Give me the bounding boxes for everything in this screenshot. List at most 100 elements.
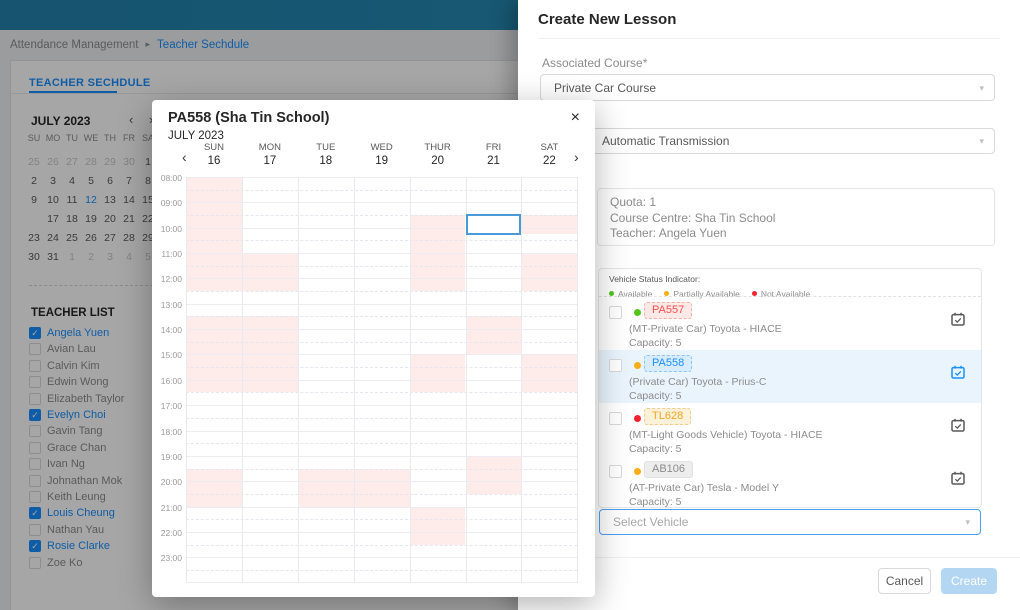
- vehicle-status-available-dot-icon: [634, 309, 641, 316]
- week-day-header[interactable]: MON 17: [242, 142, 298, 167]
- partial-availability-block: [186, 177, 242, 291]
- vehicle-capacity: Capacity: 5: [629, 496, 682, 508]
- calendar-check-icon[interactable]: [951, 312, 965, 326]
- week-day-name: MON: [242, 142, 298, 153]
- course-detail-line: Teacher: Angela Yuen: [610, 226, 982, 242]
- vehicle-row-ab106[interactable]: AB106(AT-Private Car) Tesla - Model YCap…: [599, 456, 981, 509]
- create-button[interactable]: Create: [941, 568, 997, 594]
- hour-gridline: [186, 329, 577, 330]
- vehicle-plate-chip[interactable]: PA558: [644, 355, 692, 372]
- vehicle-plate-chip[interactable]: TL628: [644, 408, 691, 425]
- time-label: 09:00: [152, 198, 182, 208]
- day-column-line: [298, 177, 299, 583]
- week-day-date: 20: [410, 155, 466, 167]
- hour-gridline: [186, 304, 577, 305]
- half-hour-gridline: [186, 190, 577, 191]
- vehicle-row-pa558[interactable]: PA558 (Private Car) Toyota - Prius-C Capac…: [599, 350, 981, 403]
- grid-bottom-line: [186, 582, 577, 583]
- calendar-check-icon[interactable]: [951, 365, 965, 379]
- week-day-date: 17: [242, 155, 298, 167]
- partial-availability-block: [521, 253, 577, 291]
- half-hour-gridline: [186, 545, 577, 546]
- associated-course-select[interactable]: Private Car Course ▾: [540, 74, 995, 101]
- hour-gridline: [186, 177, 577, 178]
- course-detail-line: Quota: 1: [610, 195, 982, 211]
- vehicle-status-unavailable-dot-icon: [634, 415, 641, 422]
- hour-gridline: [186, 253, 577, 254]
- day-column-line: [354, 177, 355, 583]
- partial-availability-block: [186, 469, 242, 507]
- close-icon[interactable]: ×: [571, 110, 580, 126]
- chevron-down-icon: ▾: [979, 129, 984, 154]
- week-day-header[interactable]: FRI21: [466, 142, 522, 167]
- calendar-check-icon[interactable]: [951, 471, 965, 485]
- half-hour-gridline: [186, 342, 577, 343]
- associated-course-value: Private Car Course: [554, 75, 656, 101]
- vehicle-capacity: Capacity: 5: [629, 390, 682, 402]
- vehicle-row-tl628[interactable]: TL628(MT-Light Goods Vehicle) Toyota - H…: [599, 403, 981, 456]
- partial-availability-block: [466, 456, 522, 494]
- selected-time-slot[interactable]: [466, 214, 522, 235]
- associated-course-label: Associated Course*: [542, 56, 647, 70]
- partial-availability-block: [242, 253, 298, 291]
- vehicle-checkbox[interactable]: [609, 359, 622, 372]
- week-day-header[interactable]: TUE18: [298, 142, 354, 167]
- cancel-button[interactable]: Cancel: [878, 568, 931, 594]
- vehicle-status-legend: AvailablePartially AvailableNot Availabl…: [609, 284, 822, 294]
- vehicle-plate-chip[interactable]: PA557: [644, 302, 692, 319]
- calendar-check-icon[interactable]: [951, 418, 965, 432]
- week-day-date: 16: [186, 155, 242, 167]
- vehicle-status-partial-dot-icon: [634, 468, 641, 475]
- week-day-date: 18: [298, 155, 354, 167]
- week-day-header[interactable]: SAT22: [521, 142, 577, 167]
- day-column-line: [466, 177, 467, 583]
- half-hour-gridline: [186, 469, 577, 470]
- week-day-header[interactable]: SUN16: [186, 142, 242, 167]
- week-grid: 08:0009:0010:0011:0012:0013:0014:0015:00…: [152, 177, 580, 583]
- select-vehicle-dropdown[interactable]: Select Vehicle ▾: [599, 509, 981, 535]
- partial-availability-block: [298, 469, 354, 507]
- select-vehicle-placeholder: Select Vehicle: [613, 510, 688, 535]
- hour-gridline: [186, 354, 577, 355]
- drawer-title: Create New Lesson: [538, 11, 676, 28]
- course-details-box: Quota: 1Course Centre: Sha Tin SchoolTea…: [597, 188, 995, 246]
- half-hour-gridline: [186, 316, 577, 317]
- time-label: 19:00: [152, 452, 182, 462]
- transmission-select[interactable]: Automatic Transmission ▾: [588, 128, 995, 154]
- vehicle-plate-chip[interactable]: AB106: [644, 461, 693, 478]
- vehicle-checkbox[interactable]: [609, 412, 622, 425]
- vehicle-description: (Private Car) Toyota - Prius-C: [629, 376, 767, 388]
- half-hour-gridline: [186, 443, 577, 444]
- partial-availability-block: [521, 354, 577, 392]
- half-hour-gridline: [186, 266, 577, 267]
- vehicle-status-panel: Vehicle Status Indicator: AvailableParti…: [598, 268, 982, 508]
- time-label: 20:00: [152, 477, 182, 487]
- hour-gridline: [186, 456, 577, 457]
- hour-gridline: [186, 202, 577, 203]
- vehicle-capacity: Capacity: 5: [629, 443, 682, 455]
- time-label: 18:00: [152, 427, 182, 437]
- half-hour-gridline: [186, 418, 577, 419]
- week-day-date: 19: [354, 155, 410, 167]
- vehicle-status-indicator-label: Vehicle Status Indicator:: [609, 274, 700, 284]
- vehicle-row-pa557[interactable]: PA557(MT-Private Car) Toyota - HIACECapa…: [599, 297, 981, 350]
- day-column-line: [186, 177, 187, 583]
- week-day-name: WED: [354, 142, 410, 153]
- hour-gridline: [186, 532, 577, 533]
- time-label: 08:00: [152, 173, 182, 183]
- week-day-header[interactable]: WED 19: [354, 142, 410, 167]
- hour-gridline: [186, 557, 577, 558]
- week-day-date: 22: [521, 155, 577, 167]
- time-label: 16:00: [152, 376, 182, 386]
- vehicle-checkbox[interactable]: [609, 306, 622, 319]
- vehicle-checkbox[interactable]: [609, 465, 622, 478]
- half-hour-gridline: [186, 367, 577, 368]
- vehicle-schedule-modal: PA558 (Sha Tin School) JULY 2023 × ‹ › S…: [152, 100, 595, 597]
- partial-availability-block: [410, 354, 466, 392]
- time-label: 13:00: [152, 300, 182, 310]
- time-label: 17:00: [152, 401, 182, 411]
- week-day-header[interactable]: THUR20: [410, 142, 466, 167]
- week-day-name: FRI: [466, 142, 522, 153]
- half-hour-gridline: [186, 240, 577, 241]
- hour-gridline: [186, 507, 577, 508]
